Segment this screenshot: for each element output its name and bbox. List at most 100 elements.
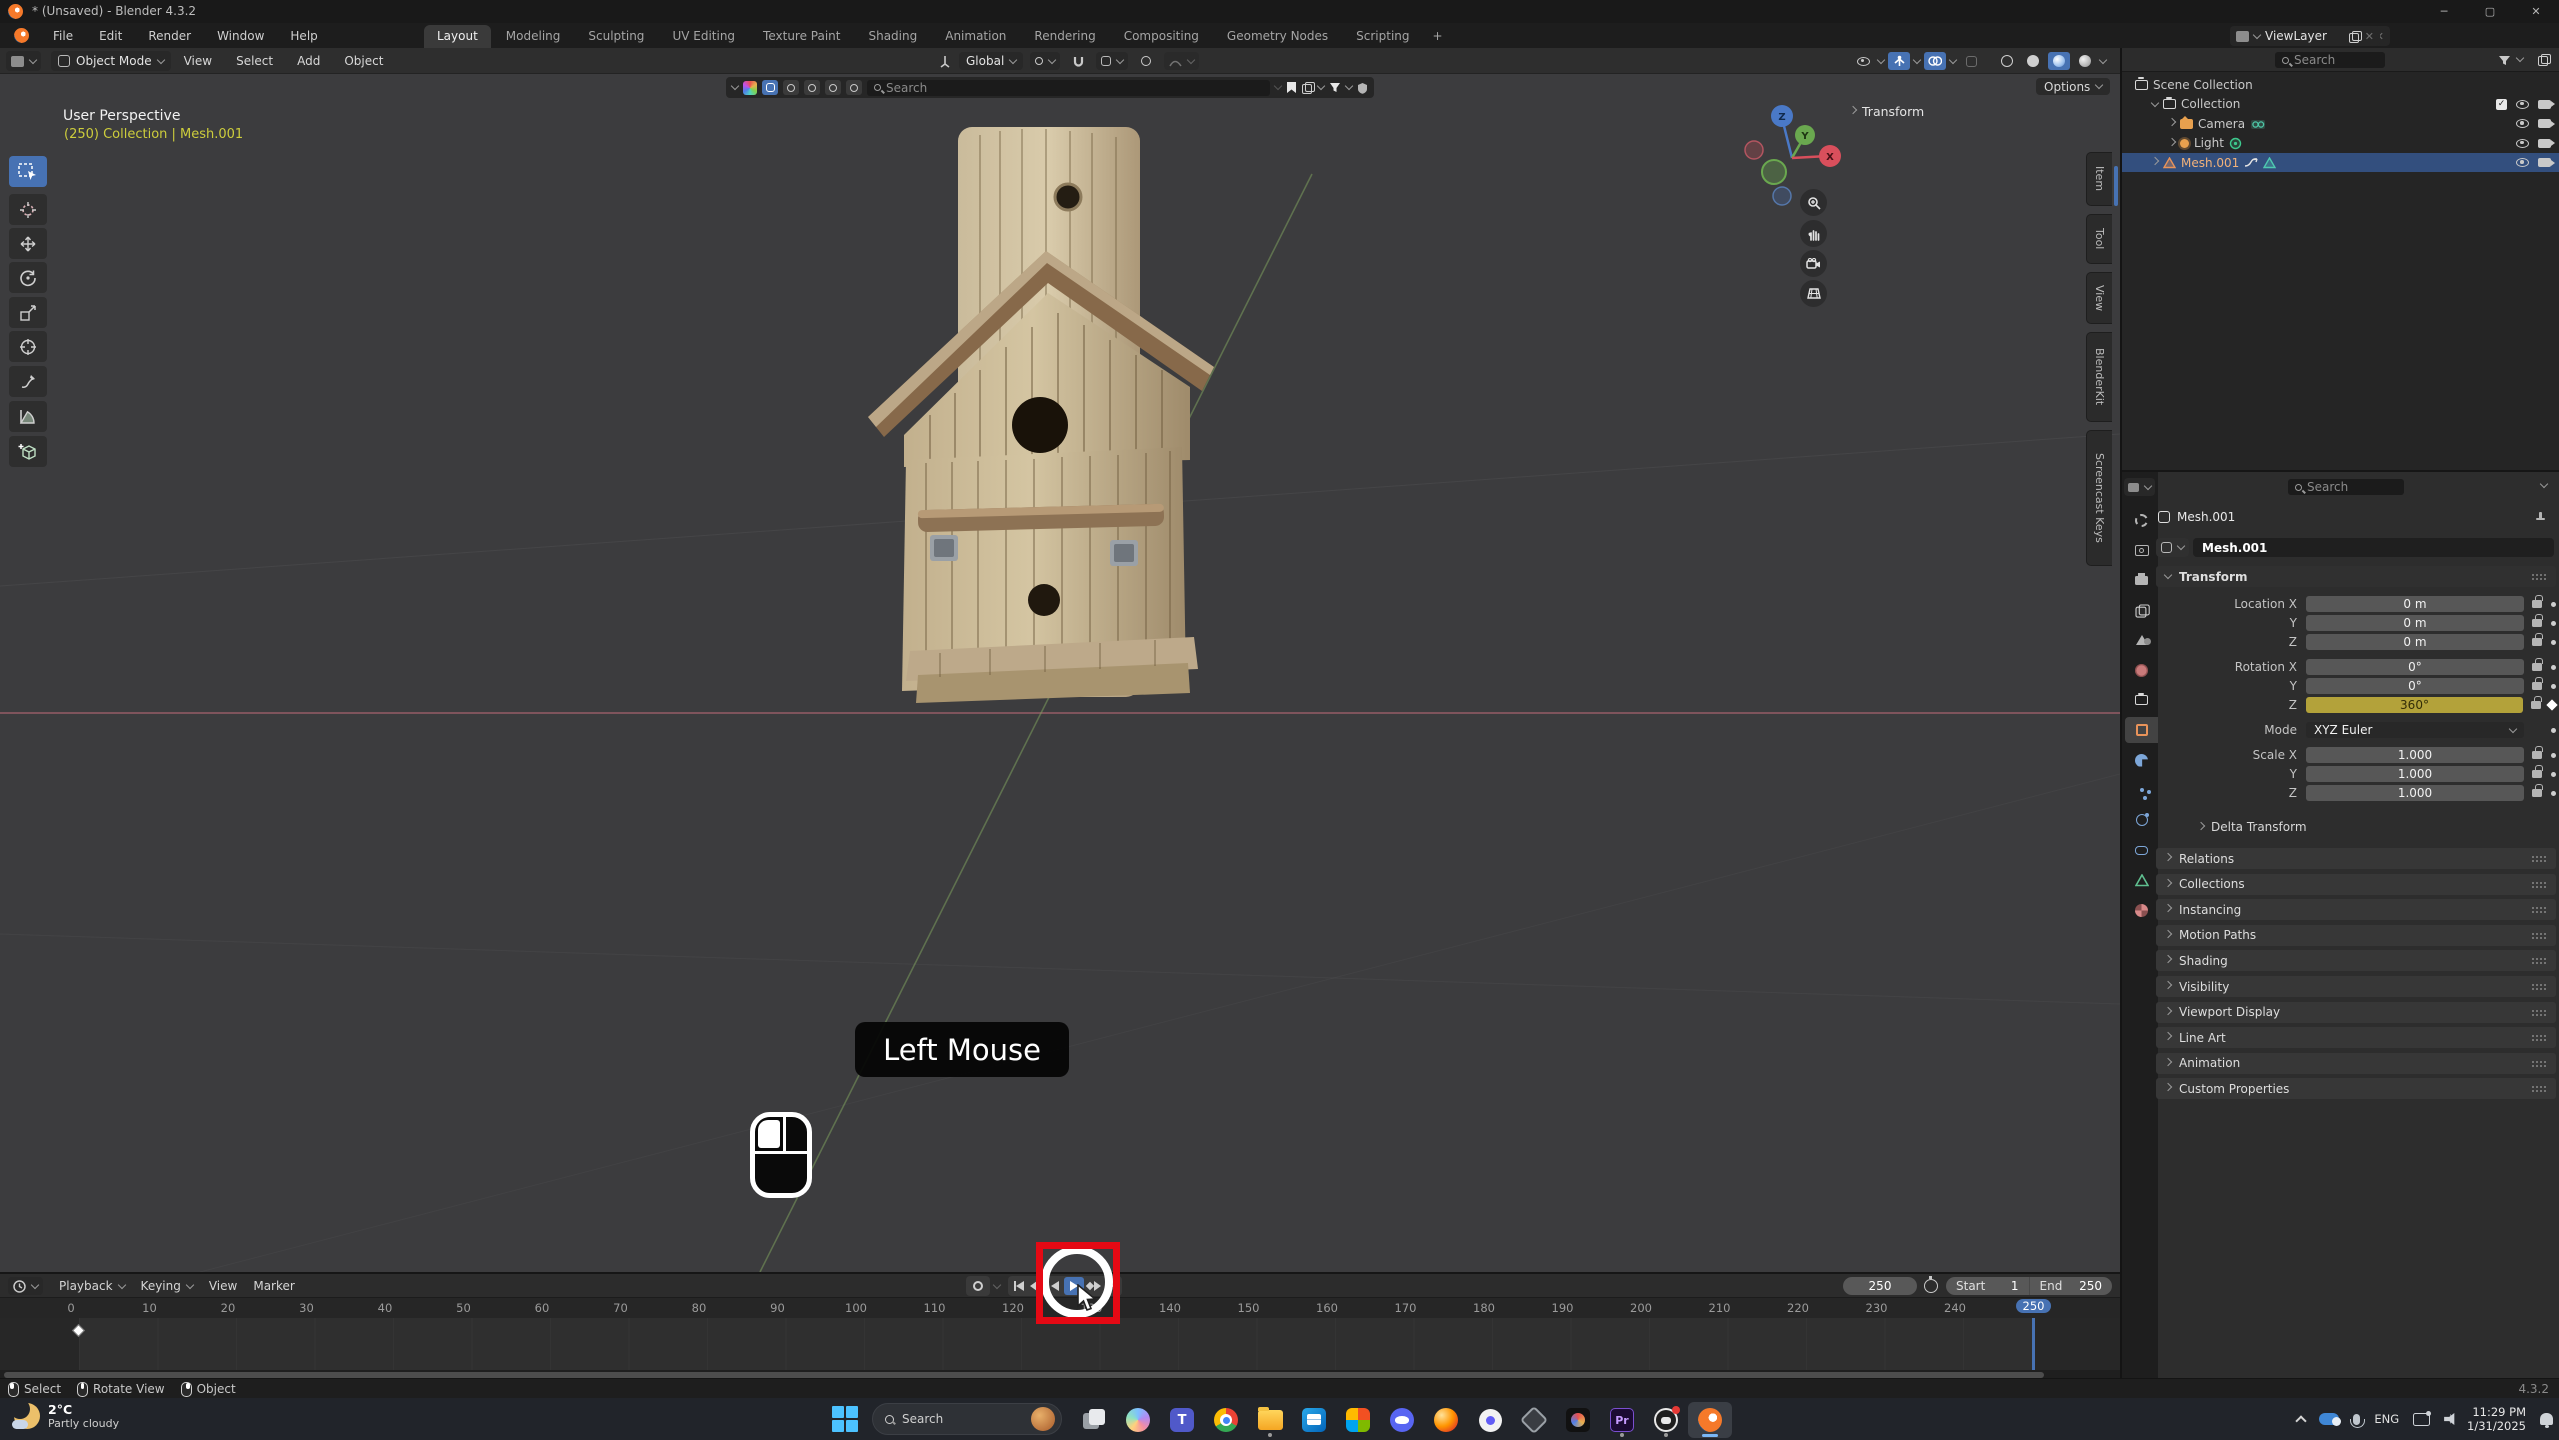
- jump-to-start-button[interactable]: [1010, 1277, 1028, 1295]
- options-button[interactable]: Options: [2036, 78, 2110, 95]
- panel-grip-icon[interactable]: [2531, 573, 2547, 580]
- hide-in-viewport-icon[interactable]: [2516, 100, 2529, 109]
- panel-grip-icon[interactable]: [2531, 906, 2547, 913]
- tray-overflow-icon[interactable]: [2296, 1415, 2307, 1426]
- animate-dot-icon[interactable]: [2551, 728, 2556, 733]
- taskbar-app-firefox[interactable]: [1424, 1402, 1468, 1438]
- move-tool[interactable]: [9, 228, 47, 259]
- properties-tab-world[interactable]: [2125, 657, 2158, 683]
- lock-icon[interactable]: [2531, 701, 2541, 709]
- properties-search-input[interactable]: Search: [2288, 479, 2404, 495]
- assetbar-dropdown-icon[interactable]: [1274, 82, 1282, 90]
- workspace-tab-geometry-nodes[interactable]: Geometry Nodes: [1214, 25, 1341, 48]
- properties-tab-material[interactable]: [2125, 897, 2158, 923]
- birdhouse-model[interactable]: [860, 115, 1220, 715]
- panel-visibility[interactable]: Visibility: [2156, 976, 2556, 997]
- animate-dot-icon[interactable]: [2551, 791, 2556, 796]
- outliner-row-light[interactable]: Light: [2122, 134, 2559, 153]
- field-value[interactable]: 360°: [2306, 697, 2523, 713]
- panel-line-art[interactable]: Line Art: [2156, 1027, 2556, 1048]
- panel-grip-icon[interactable]: [2531, 1085, 2547, 1092]
- remove-viewlayer-icon[interactable]: ✕: [2365, 30, 2374, 43]
- panel-grip-icon[interactable]: [2531, 1060, 2547, 1067]
- menu-help[interactable]: Help: [279, 26, 328, 46]
- proportional-falloff-button[interactable]: [1164, 52, 1199, 70]
- asset-search-input[interactable]: Search: [867, 80, 1270, 96]
- panel-custom-properties[interactable]: Custom Properties: [2156, 1078, 2556, 1099]
- pan-hand-button[interactable]: [1800, 220, 1827, 247]
- asset-type-model-button[interactable]: [762, 80, 778, 95]
- frame-tick-160[interactable]: 160: [1316, 1301, 1338, 1315]
- field-value[interactable]: 0°: [2306, 659, 2524, 675]
- asset-view-icon[interactable]: [1302, 82, 1313, 93]
- blender-menu-icon[interactable]: [14, 28, 29, 43]
- disable-in-renders-icon[interactable]: [2538, 100, 2551, 109]
- animate-dot-icon[interactable]: [2551, 602, 2556, 607]
- microphone-icon[interactable]: [2353, 1414, 2360, 1425]
- measure-tool[interactable]: [9, 401, 47, 432]
- properties-tab-physics[interactable]: [2125, 807, 2158, 833]
- workspace-tab-animation[interactable]: Animation: [932, 25, 1019, 48]
- shading-wireframe-button[interactable]: [1996, 52, 2018, 70]
- animate-dot-icon[interactable]: [2551, 665, 2556, 670]
- orthographic-toggle-button[interactable]: [1800, 280, 1827, 307]
- 3d-viewport[interactable]: Object Mode ViewSelectAddObject Global: [0, 48, 2120, 1272]
- frame-tick-100[interactable]: 100: [845, 1301, 867, 1315]
- menu-window[interactable]: Window: [206, 26, 275, 46]
- workspace-tab-texture-paint[interactable]: Texture Paint: [750, 25, 853, 48]
- snap-settings-button[interactable]: [1096, 52, 1128, 70]
- viewport-menu-view[interactable]: View: [181, 54, 215, 68]
- lock-icon[interactable]: [2532, 751, 2542, 759]
- asset-type-hdr-button[interactable]: [825, 80, 841, 95]
- keyframe-icon[interactable]: [2546, 699, 2557, 710]
- outliner-row-collection[interactable]: Collection✓: [2122, 95, 2559, 114]
- workspace-tab-modeling[interactable]: Modeling: [493, 25, 574, 48]
- panel-grip-icon[interactable]: [2531, 1034, 2547, 1041]
- shading-rendered-button[interactable]: [2074, 52, 2096, 70]
- asset-type-material-button[interactable]: [783, 80, 799, 95]
- disable-in-renders-icon[interactable]: [2538, 139, 2551, 148]
- lock-icon[interactable]: [2532, 663, 2542, 671]
- lock-icon[interactable]: [2532, 789, 2542, 797]
- taskbar-app-discord[interactable]: [1380, 1402, 1424, 1438]
- editor-divider[interactable]: [2120, 48, 2122, 1378]
- taskbar-app-photos[interactable]: [1336, 1402, 1380, 1438]
- panel-grip-icon[interactable]: [2531, 932, 2547, 939]
- taskbar-app-chrome[interactable]: [1204, 1402, 1248, 1438]
- zoom-button[interactable]: [1800, 189, 1827, 216]
- field-value[interactable]: 0 m: [2306, 615, 2524, 631]
- onedrive-icon[interactable]: [2319, 1413, 2339, 1425]
- properties-tab-render[interactable]: [2125, 537, 2158, 563]
- properties-pin-icon[interactable]: [2535, 512, 2545, 522]
- end-frame-field[interactable]: End250: [2029, 1277, 2113, 1295]
- expand-icon[interactable]: [2151, 157, 2159, 165]
- panel-grip-icon[interactable]: [2531, 957, 2547, 964]
- timeline-menu-view[interactable]: View: [209, 1279, 237, 1293]
- lock-icon[interactable]: [2532, 600, 2542, 608]
- taskbar-app-media-app[interactable]: [1556, 1402, 1600, 1438]
- frame-tick-70[interactable]: 70: [613, 1301, 628, 1315]
- taskbar-clock[interactable]: 11:29 PM 1/31/2025: [2467, 1405, 2526, 1433]
- editor-type-button[interactable]: [6, 51, 41, 71]
- scale-tool[interactable]: [9, 297, 47, 328]
- frame-tick-220[interactable]: 220: [1787, 1301, 1809, 1315]
- frame-tick-40[interactable]: 40: [378, 1301, 393, 1315]
- field-value[interactable]: 1.000: [2306, 747, 2524, 763]
- properties-editor-type-button[interactable]: [2124, 478, 2155, 496]
- frame-tick-200[interactable]: 200: [1630, 1301, 1652, 1315]
- rotation-mode-select[interactable]: XYZ Euler: [2306, 722, 2524, 738]
- playhead[interactable]: [2032, 1318, 2035, 1370]
- taskbar-app-blender[interactable]: [1688, 1402, 1732, 1438]
- proportional-edit-toggle[interactable]: [1135, 52, 1157, 70]
- timeline-menu-playback[interactable]: Playback: [59, 1279, 125, 1293]
- viewlayer-selector[interactable]: ViewLayer ✕: [2230, 26, 2380, 46]
- taskbar-app-obs[interactable]: [1644, 1402, 1688, 1438]
- frame-tick-90[interactable]: 90: [770, 1301, 785, 1315]
- cursor-tool[interactable]: [9, 194, 47, 225]
- panel-instancing[interactable]: Instancing: [2156, 899, 2556, 920]
- viewport-menu-select[interactable]: Select: [233, 54, 276, 68]
- workspace-tab-compositing[interactable]: Compositing: [1111, 25, 1212, 48]
- taskbar-app-task-view[interactable]: [1072, 1402, 1116, 1438]
- outliner-row-scene-collection[interactable]: Scene Collection: [2122, 75, 2559, 94]
- menu-file[interactable]: File: [42, 26, 84, 46]
